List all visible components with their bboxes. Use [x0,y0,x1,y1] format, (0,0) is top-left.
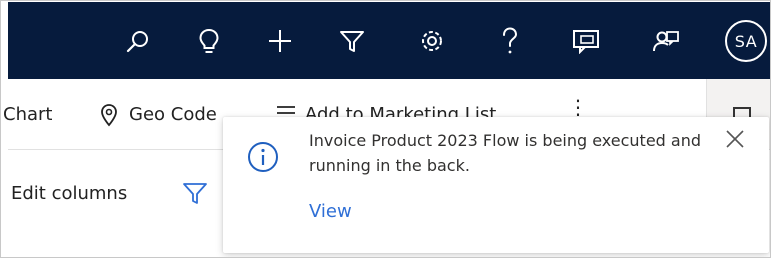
lightbulb-icon[interactable] [191,21,227,61]
app-frame: SA Chart Geo Code Add to Marketing List … [0,0,771,258]
grid-filter-icon[interactable] [182,180,208,210]
chart-button[interactable]: Chart [3,104,52,125]
more-commands-button[interactable]: ⋮ [568,95,589,119]
notification-message: Invoice Product 2023 Flow is being execu… [309,131,702,175]
help-icon[interactable] [492,21,528,61]
settings-icon[interactable] [414,21,450,61]
close-icon[interactable] [723,127,747,151]
add-icon[interactable] [262,21,298,61]
info-icon [247,141,279,173]
filter-icon[interactable] [334,21,370,61]
user-avatar[interactable]: SA [725,20,767,62]
geo-code-button[interactable]: Geo Code [129,104,217,125]
location-pin-icon [99,103,119,131]
edit-columns-button[interactable]: Edit columns [11,183,127,204]
top-navigation-bar: SA [8,2,770,79]
search-icon[interactable] [120,21,156,61]
assist-icon[interactable] [648,21,684,61]
chat-icon[interactable] [568,21,604,61]
notification-toast: Invoice Product 2023 Flow is being execu… [223,117,769,253]
view-link[interactable]: View [309,201,352,222]
